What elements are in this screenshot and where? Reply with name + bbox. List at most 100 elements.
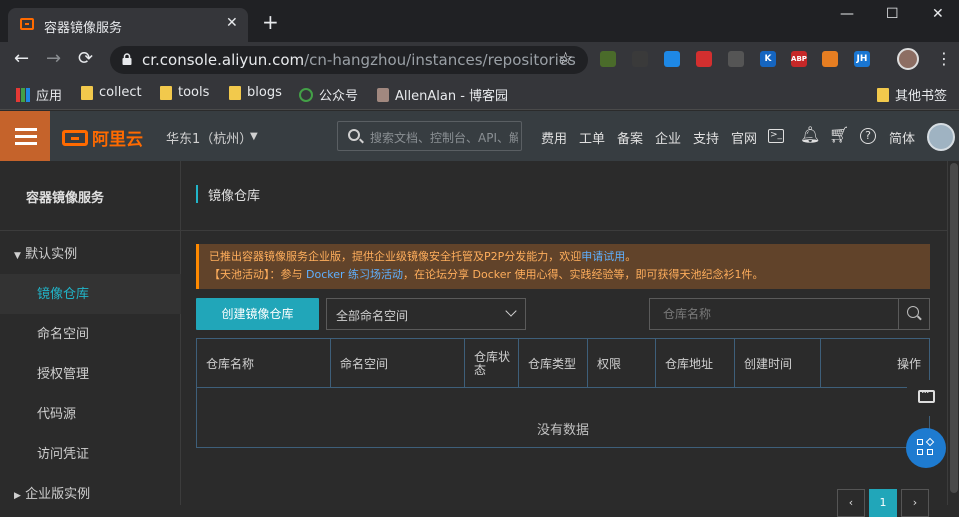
aliyun-logo[interactable]: 阿里云 <box>62 125 143 150</box>
caret-down-icon: ▼ <box>14 251 21 261</box>
search-icon <box>348 129 360 141</box>
user-avatar[interactable] <box>927 123 955 151</box>
aliyun-favicon-icon <box>20 18 34 30</box>
forward-icon[interactable]: → <box>46 49 61 69</box>
pagination-next-button[interactable]: › <box>901 489 929 517</box>
nav-icp[interactable]: 备案 <box>617 128 643 147</box>
folder-icon <box>81 85 93 100</box>
hamburger-menu-button[interactable] <box>0 111 50 161</box>
caret-down-icon[interactable]: ▼ <box>250 131 258 142</box>
main-content: 镜像仓库 已推出容器镜像服务企业版，提供企业级镜像安全托管及P2P分发能力，欢迎… <box>181 161 947 517</box>
console-header: 阿里云 华东1（杭州） ▼ 搜索文档、控制台、API、解决方案和资源 费用 工单… <box>0 111 959 161</box>
bookmark-wechat[interactable]: 公众号 <box>299 85 358 104</box>
url-path: /cn-hangzhou/instances/repositories <box>304 51 576 69</box>
back-icon[interactable]: ← <box>14 49 29 69</box>
sidebar-title: 容器镜像服务 <box>26 191 105 206</box>
profile-avatar[interactable] <box>897 48 919 70</box>
k-extension-icon[interactable]: K <box>760 51 776 67</box>
help-icon[interactable]: ? <box>860 128 876 144</box>
apps-icon <box>925 437 935 447</box>
minimize-icon[interactable]: — <box>840 6 854 22</box>
create-repository-button[interactable]: 创建镜像仓库 <box>196 298 319 330</box>
floating-apps-button[interactable] <box>906 428 946 468</box>
gauge-extension-icon[interactable] <box>728 51 744 67</box>
divider <box>0 230 181 231</box>
logo-text: 阿里云 <box>92 130 143 150</box>
table-header: 仓库名称 命名空间 仓库状态 仓库类型 权限 仓库地址 创建时间 操作 <box>197 339 929 388</box>
bookmark-blogs[interactable]: blogs <box>229 85 282 100</box>
puzzle-extension-icon[interactable] <box>822 51 838 67</box>
sidebar-item-access-credentials[interactable]: 访问凭证 <box>37 443 89 462</box>
language-switch[interactable]: 简体 <box>889 128 915 147</box>
repositories-table: 仓库名称 命名空间 仓库状态 仓库类型 权限 仓库地址 创建时间 操作 没有数据 <box>196 338 930 448</box>
repository-search-input[interactable] <box>651 300 897 328</box>
sidebar: 容器镜像服务 ▼ 默认实例 镜像仓库 命名空间 授权管理 代码源 访问凭证 ▶ … <box>0 161 181 505</box>
nav-official-site[interactable]: 官网 <box>731 128 757 147</box>
nav-enterprise[interactable]: 企业 <box>655 128 681 147</box>
bookmark-star-icon[interactable]: ☆ <box>558 49 573 69</box>
notice-text: 【天池活动】：参与 <box>209 268 306 281</box>
terminal-icon[interactable]: >_ <box>768 129 784 143</box>
chevron-down-icon <box>505 305 517 317</box>
browser-tab[interactable]: 容器镜像服务 ✕ <box>8 8 248 42</box>
page-scrollbar[interactable] <box>947 161 959 505</box>
maximize-icon[interactable]: ☐ <box>886 6 899 22</box>
region-selector[interactable]: 华东1（杭州） <box>166 128 252 147</box>
docker-playground-link[interactable]: Docker 练习场活动 <box>306 268 403 281</box>
bookmark-collect[interactable]: collect <box>81 85 142 100</box>
sidebar-item-code-source[interactable]: 代码源 <box>37 403 76 422</box>
bookmark-cnblogs[interactable]: AllenAlan - 博客园 <box>377 85 508 104</box>
window-close-icon[interactable]: ✕ <box>932 6 944 22</box>
repository-search-button[interactable] <box>898 299 929 329</box>
notice-banner: 已推出容器镜像服务企业版，提供企业级镜像安全托管及P2P分发能力，欢迎申请试用。… <box>196 244 930 289</box>
feedback-chat-button[interactable] <box>907 380 947 416</box>
folder-icon <box>160 85 172 100</box>
column-header-namespace: 命名空间 <box>331 339 465 388</box>
cart-icon[interactable]: 🛒︎ <box>829 126 849 144</box>
sidebar-group-default[interactable]: ▼ 默认实例 <box>14 243 77 262</box>
nav-support[interactable]: 支持 <box>693 128 719 147</box>
reload-icon[interactable]: ⟳ <box>78 49 93 69</box>
global-search[interactable]: 搜索文档、控制台、API、解决方案和资源 <box>337 121 522 151</box>
pocket-extension-icon[interactable] <box>664 51 680 67</box>
nav-fees[interactable]: 费用 <box>541 128 567 147</box>
red-square-extension-icon[interactable] <box>696 51 712 67</box>
sidebar-item-authorization[interactable]: 授权管理 <box>37 363 89 382</box>
nav-tickets[interactable]: 工单 <box>579 128 605 147</box>
search-placeholder: 搜索文档、控制台、API、解决方案和资源 <box>370 131 518 145</box>
menu-bar-icon <box>15 128 37 131</box>
notice-line: 【天池活动】：参与 Docker 练习场活动，在论坛分享 Docker 使用心得… <box>209 266 920 284</box>
address-bar[interactable]: cr.console.aliyun.com/cn-hangzhou/instan… <box>110 46 588 74</box>
column-header-repo-type: 仓库类型 <box>519 339 588 388</box>
browser-menu-icon[interactable]: ⋮ <box>936 49 952 68</box>
sidebar-item-repositories[interactable]: 镜像仓库 <box>37 283 89 302</box>
bookmark-label: 其他书签 <box>895 89 948 104</box>
bookmarks-bar: 应用 collect tools blogs 公众号 AllenAlan - 博… <box>0 78 959 110</box>
tab-close-icon[interactable]: ✕ <box>226 15 238 31</box>
page-title: 镜像仓库 <box>208 189 261 204</box>
new-tab-button[interactable]: + <box>262 12 279 32</box>
url-text: cr.console.aliyun.com/cn-hangzhou/instan… <box>142 51 576 69</box>
bell-icon[interactable]: 🔔︎ <box>800 126 820 144</box>
pagination-prev-button[interactable]: ‹ <box>837 489 865 517</box>
namespace-select[interactable]: 全部命名空间 <box>326 298 526 330</box>
jh-extension-icon[interactable]: JH <box>854 51 870 67</box>
owl-extension-icon[interactable] <box>632 51 648 67</box>
cnblogs-icon <box>377 87 389 102</box>
bookmark-other[interactable]: 其他书签 <box>877 85 947 104</box>
sidebar-group-label: 企业版实例 <box>25 487 91 502</box>
pagination-page-button[interactable]: 1 <box>869 489 897 517</box>
bookmark-tools[interactable]: tools <box>160 85 209 100</box>
leaf-extension-icon[interactable] <box>600 51 616 67</box>
sidebar-item-namespaces[interactable]: 命名空间 <box>37 323 89 342</box>
notice-text: 。 <box>625 250 637 263</box>
bookmark-label: blogs <box>247 85 282 100</box>
scrollbar-thumb[interactable] <box>950 163 958 493</box>
apply-trial-link[interactable]: 申请试用 <box>581 250 625 263</box>
folder-icon <box>229 85 241 100</box>
apps-grid-icon <box>16 87 30 102</box>
bookmark-apps[interactable]: 应用 <box>16 85 62 104</box>
wechat-icon <box>299 87 313 102</box>
sidebar-group-enterprise[interactable]: ▶ 企业版实例 <box>14 483 90 502</box>
abp-extension-icon[interactable]: ABP <box>791 51 807 67</box>
